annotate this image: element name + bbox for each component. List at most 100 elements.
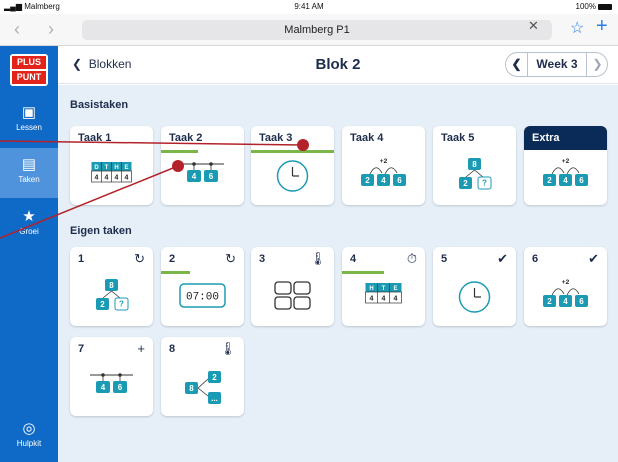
address-bar[interactable]: Malmberg P1 bbox=[82, 20, 552, 40]
thermometer-icon: 🌡 bbox=[309, 251, 326, 266]
card-title: 6 bbox=[532, 253, 539, 265]
clock-illustration bbox=[276, 160, 309, 192]
section-title-basistaken: Basistaken bbox=[70, 99, 129, 111]
back-arrow-icon[interactable]: ‹ bbox=[14, 19, 20, 40]
check-circle-icon: ✔ bbox=[497, 251, 508, 266]
card-title: 8 bbox=[169, 343, 176, 355]
svg-text:6: 6 bbox=[579, 176, 584, 185]
svg-text:4: 4 bbox=[192, 172, 197, 181]
card-title: Taak 2 bbox=[169, 132, 203, 144]
task-card[interactable]: Taak 2 4 6 bbox=[161, 126, 244, 205]
svg-text:2: 2 bbox=[547, 176, 552, 185]
status-bar: ▂▄▆ Malmberg 9:41 AM 100% bbox=[0, 0, 618, 14]
clock: 9:41 AM bbox=[294, 2, 324, 11]
task-card[interactable]: 8 🌡 8 2... bbox=[161, 337, 244, 416]
task-card[interactable]: Taak 1 D4T4H4E4 bbox=[70, 126, 153, 205]
plus-punt-logo: PLUS PUNT bbox=[10, 54, 48, 86]
task-card[interactable]: Taak 3 bbox=[251, 126, 334, 205]
card-title: 1 bbox=[78, 253, 85, 265]
section-title-eigen-taken: Eigen taken bbox=[70, 225, 132, 237]
week-label: Week 3 bbox=[536, 57, 578, 71]
sidebar-item-hulpkit[interactable]: ◎ Hulpkit bbox=[0, 412, 58, 462]
card-title: Taak 1 bbox=[78, 132, 112, 144]
card-header: Taak 3 bbox=[251, 126, 334, 150]
svg-text:T: T bbox=[105, 165, 109, 171]
task-card[interactable]: Taak 5 8 2? bbox=[433, 126, 516, 205]
sidebar-item-taken[interactable]: ▤ Taken bbox=[0, 148, 58, 198]
svg-text:2: 2 bbox=[100, 300, 105, 309]
card-header: Taak 5 bbox=[433, 126, 516, 150]
card-title: 2 bbox=[169, 253, 176, 265]
svg-text:T: T bbox=[382, 286, 386, 292]
card-header: 6 ✔ bbox=[524, 247, 607, 271]
svg-text:4: 4 bbox=[125, 175, 129, 182]
trophy-icon: ★ bbox=[22, 208, 36, 225]
task-card[interactable]: Taak 4 +2 2 4 6 bbox=[342, 126, 425, 205]
task-card[interactable]: 5 ✔ bbox=[433, 247, 516, 326]
svg-text:4: 4 bbox=[563, 176, 568, 185]
svg-text:D: D bbox=[94, 165, 99, 171]
page-header: ❮ Blokken Blok 2 ❮ Week 3 ❯ bbox=[58, 46, 618, 84]
svg-text:4: 4 bbox=[370, 296, 374, 303]
task-card[interactable]: 6 ✔ +2 2 4 6 bbox=[524, 247, 607, 326]
svg-text:6: 6 bbox=[209, 172, 214, 181]
digital-clock-illustration: 07:00 bbox=[179, 283, 226, 308]
battery-icon bbox=[598, 4, 612, 10]
bookmark-star-icon[interactable]: ☆ bbox=[570, 18, 584, 38]
card-header: 1 ↻ bbox=[70, 247, 153, 271]
task-card[interactable]: Extra +2 2 4 6 bbox=[524, 126, 607, 205]
svg-text:2: 2 bbox=[365, 176, 370, 185]
card-title: Taak 3 bbox=[259, 132, 293, 144]
tasks-icon: ▤ bbox=[21, 156, 37, 173]
svg-text:8: 8 bbox=[472, 160, 477, 169]
browser-toolbar: ‹ › Malmberg P1 ✕ ☆ + bbox=[0, 14, 618, 46]
card-header: 3 🌡 bbox=[251, 247, 334, 271]
week-selector: ❮ Week 3 ❯ bbox=[505, 52, 608, 77]
svg-text:E: E bbox=[393, 286, 397, 292]
split-tree-illustration: 8 2? bbox=[96, 279, 129, 311]
card-title: 5 bbox=[441, 253, 448, 265]
number-line-blocks-illustration: 46 bbox=[90, 373, 133, 393]
svg-text:4: 4 bbox=[382, 296, 386, 303]
card-header: 2 ↻ bbox=[161, 247, 244, 271]
week-prev-button[interactable]: ❮ bbox=[506, 53, 528, 76]
new-tab-plus-icon[interactable]: + bbox=[596, 15, 608, 38]
svg-text:6: 6 bbox=[397, 176, 402, 185]
task-card[interactable]: 2 ↻ 07:00 bbox=[161, 247, 244, 326]
svg-text:?: ? bbox=[119, 300, 124, 309]
task-card[interactable]: 1 ↻ 8 2? bbox=[70, 247, 153, 326]
clock-illustration bbox=[458, 281, 491, 313]
sidebar-item-lessen[interactable]: ▣ Lessen bbox=[0, 96, 58, 146]
place-value-table-illustration: D4T4H4E4 bbox=[91, 162, 132, 183]
svg-text:6: 6 bbox=[118, 383, 123, 392]
svg-text:4: 4 bbox=[115, 175, 119, 182]
sidebar-item-groei[interactable]: ★ Groei bbox=[0, 200, 58, 250]
split-tree-illustration: 8 2? bbox=[459, 158, 492, 190]
card-title: Taak 5 bbox=[441, 132, 475, 144]
jump-sequence-illustration: +2 2 4 6 bbox=[361, 158, 406, 186]
card-header: 7 + bbox=[70, 337, 153, 361]
jump-sequence-illustration: +2 2 4 6 bbox=[543, 158, 588, 186]
battery-indicator: 100% bbox=[576, 2, 612, 11]
svg-text:2: 2 bbox=[212, 373, 217, 382]
task-card[interactable]: 3 🌡 bbox=[251, 247, 334, 326]
clear-url-icon[interactable]: ✕ bbox=[528, 18, 539, 34]
svg-text:+2: +2 bbox=[562, 279, 570, 286]
jump-sequence-illustration: +2 2 4 6 bbox=[543, 279, 588, 307]
repeat-icon: ↻ bbox=[225, 251, 236, 266]
svg-text:8: 8 bbox=[189, 384, 194, 393]
week-next-button[interactable]: ❯ bbox=[586, 53, 608, 76]
card-header: 4 ⏱ bbox=[342, 247, 425, 271]
lessons-icon: ▣ bbox=[21, 104, 37, 121]
task-card[interactable]: 4 ⏱ H4T4E4 bbox=[342, 247, 425, 326]
svg-text:4: 4 bbox=[381, 176, 386, 185]
forward-arrow-icon[interactable]: › bbox=[48, 19, 54, 40]
svg-text:4: 4 bbox=[563, 297, 568, 306]
grid-boxes-illustration bbox=[274, 281, 311, 310]
card-header: 5 ✔ bbox=[433, 247, 516, 271]
card-title: Extra bbox=[532, 132, 560, 144]
svg-text:+2: +2 bbox=[380, 158, 388, 165]
repeat-icon: ↻ bbox=[134, 251, 145, 266]
task-overview: Basistaken Eigen taken Taak 1 D4T4H4E4 T… bbox=[58, 85, 618, 462]
task-card[interactable]: 7 + 46 bbox=[70, 337, 153, 416]
